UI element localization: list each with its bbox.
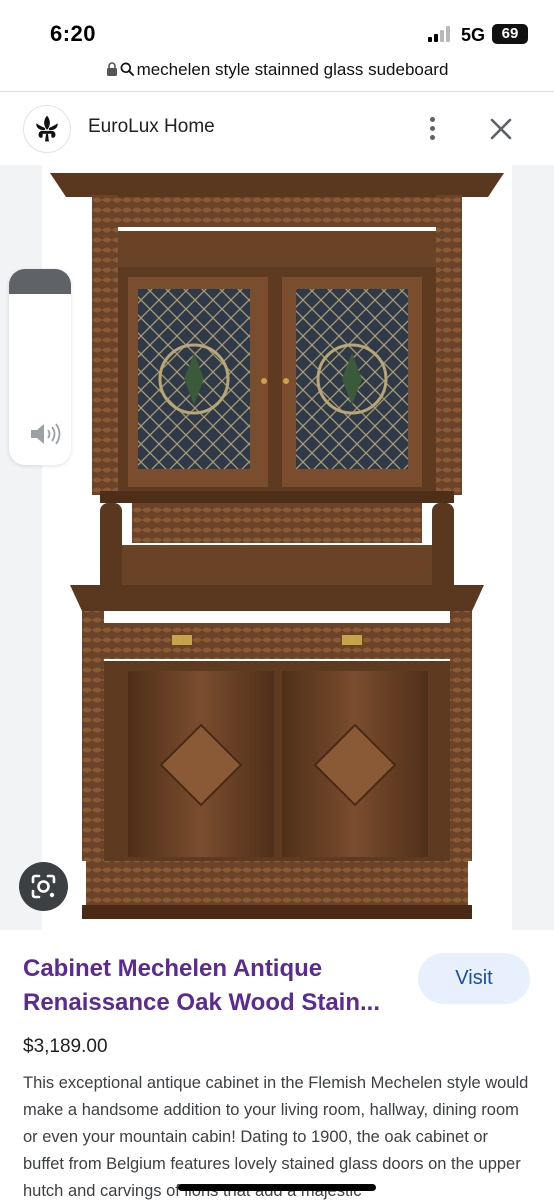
search-icon [120,62,134,76]
more-vertical-icon [430,117,435,122]
battery-icon: 69 [492,24,528,44]
more-options-button[interactable] [420,112,446,144]
site-header: EuroLux Home [0,92,554,164]
home-indicator[interactable] [178,1184,376,1191]
url-bar[interactable]: mechelen style stainned glass sudeboard [0,56,554,88]
close-icon[interactable] [486,114,516,144]
cabinet-image[interactable] [42,165,512,930]
visit-button[interactable]: Visit [418,953,530,1004]
volume-indicator [9,269,71,465]
fleur-de-lis-icon [36,115,58,142]
site-logo[interactable] [23,105,71,153]
url-query: mechelen style stainned glass sudeboard [136,60,449,79]
lock-icon [106,62,117,76]
lens-search-button[interactable] [19,862,68,911]
product-description: This exceptional antique cabinet in the … [23,1074,529,1200]
site-name[interactable]: EuroLux Home [88,116,215,138]
signal-strength-icon [428,26,454,42]
status-bar: 6:20 5G 69 [0,0,554,56]
speaker-icon [31,423,61,445]
status-time: 6:20 [50,21,97,46]
result-title[interactable]: Cabinet Mechelen Antique Renaissance Oak… [23,952,408,1020]
volume-level-fill [9,269,71,294]
image-viewer[interactable] [0,165,554,930]
lens-search-icon [31,874,56,899]
price: $3,189.00 [23,1036,108,1057]
network-type: 5G [461,25,486,45]
